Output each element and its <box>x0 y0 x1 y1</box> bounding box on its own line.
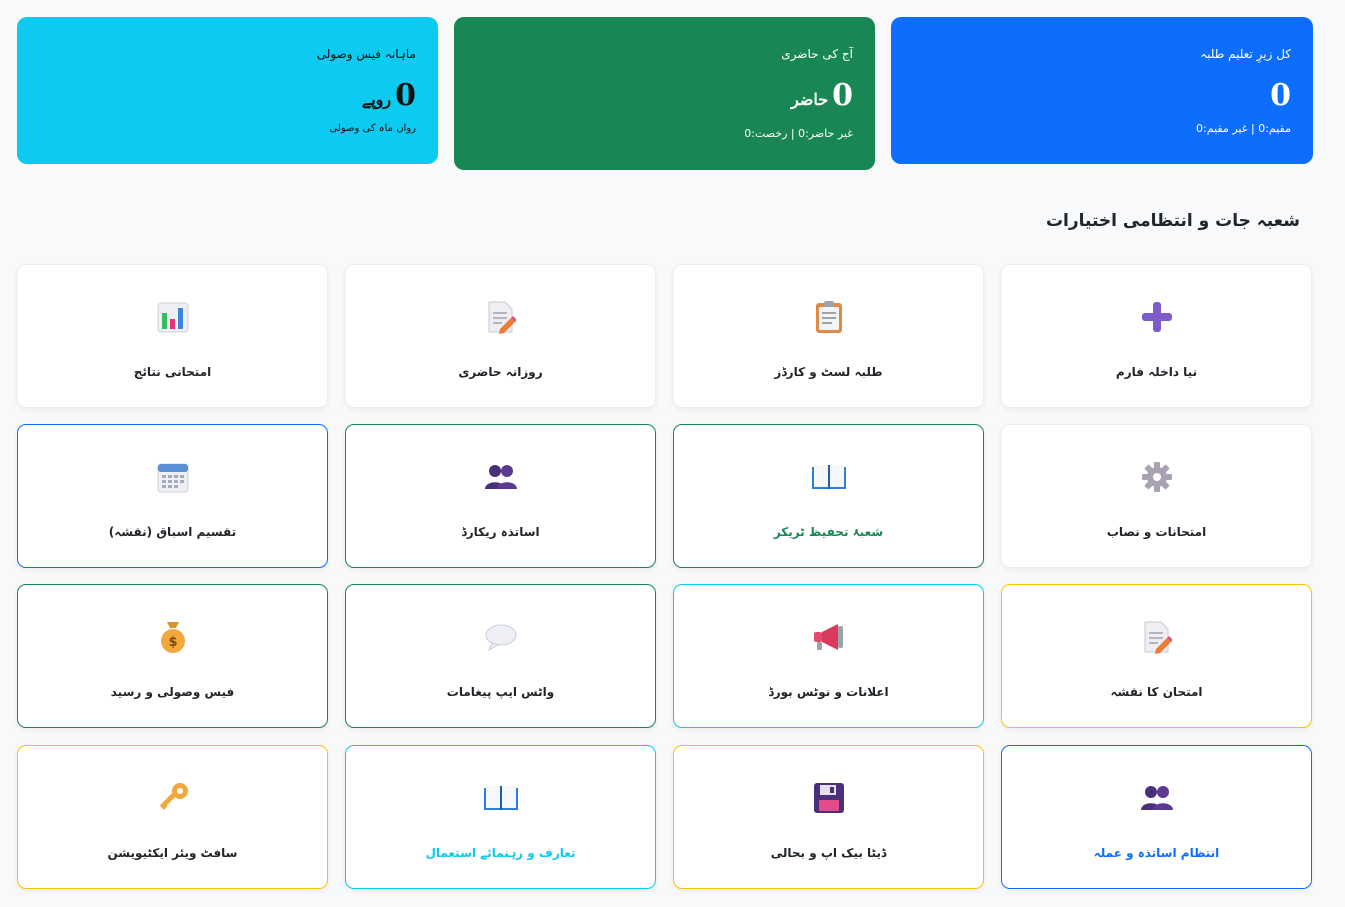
today-attendance-card: آج کی حاضری 0حاضر غیر حاضر:0 | رخصت:0 <box>454 17 875 170</box>
monthly-fees-sub: رواں ماہ کی وصولی <box>329 123 416 134</box>
total-students-breakdown: مقیم:0 | غیر مقیم:0 <box>1196 122 1291 135</box>
monthly-fees-unit: روپے <box>361 90 392 109</box>
tile-hifz-tracker[interactable]: شعبۂ تحفیظ ٹریکر <box>673 424 984 568</box>
key-icon <box>18 780 327 816</box>
tile-label: اساتذہ ریکارڈ <box>461 525 540 539</box>
tile-label: شعبۂ تحفیظ ٹریکر <box>773 525 884 539</box>
tile-software-activation[interactable]: سافٹ ویئر ایکٹیویشن <box>17 745 328 889</box>
speech-bubble-icon <box>346 619 655 655</box>
people-icon <box>1002 780 1311 816</box>
tile-notice-board[interactable]: اعلانات و نوٹس بورڈ <box>673 584 984 728</box>
tile-label: اعلانات و نوٹس بورڈ <box>768 685 889 699</box>
today-attendance-breakdown: غیر حاضر:0 | رخصت:0 <box>744 127 853 140</box>
tile-label: نیا داخلہ فارم <box>1115 365 1198 379</box>
tile-label: طلبہ لسٹ و کارڈز <box>774 365 883 379</box>
tile-student-list[interactable]: طلبہ لسٹ و کارڈز <box>673 264 984 408</box>
monthly-fees-card: ماہانہ فیس وصولی 0روپے رواں ماہ کی وصولی <box>17 17 438 164</box>
people-icon <box>346 459 655 495</box>
gear-icon <box>1002 459 1311 495</box>
tile-data-backup[interactable]: ڈیٹا بیک اپ و بحالی <box>673 745 984 889</box>
today-attendance-value: 0 <box>832 78 853 113</box>
tile-fee-collection[interactable]: $ فیس وصولی و رسید <box>17 584 328 728</box>
tile-whatsapp-messages[interactable]: واٹس ایپ پیغامات <box>345 584 656 728</box>
open-book-icon <box>674 459 983 495</box>
total-students-value: 0 <box>1270 78 1291 113</box>
tile-exam-schedule[interactable]: امتحان کا نقشہ <box>1001 584 1312 728</box>
tile-label: سافٹ ویئر ایکٹیویشن <box>107 846 238 860</box>
megaphone-icon <box>674 619 983 655</box>
floppy-disk-icon <box>674 780 983 816</box>
tile-label: امتحانی نتائج <box>133 365 212 379</box>
total-students-card: کل زیرِ تعلیم طلبہ 0 مقیم:0 | غیر مقیم:0 <box>891 17 1313 164</box>
open-book-icon <box>346 780 655 816</box>
monthly-fees-value-row: 0روپے <box>362 79 416 112</box>
total-students-title: کل زیرِ تعلیم طلبہ <box>1200 47 1291 61</box>
tile-label: امتحانات و نصاب <box>1106 525 1207 539</box>
tile-label: تعارف و رہنمائے استعمال <box>425 846 576 860</box>
tile-daily-attendance[interactable]: روزانہ حاضری <box>345 264 656 408</box>
tile-label: واٹس ایپ پیغامات <box>446 685 555 699</box>
clipboard-icon <box>674 299 983 335</box>
tile-label: ڈیٹا بیک اپ و بحالی <box>770 846 887 860</box>
calendar-icon <box>18 459 327 495</box>
memo-icon <box>346 299 655 335</box>
today-attendance-title: آج کی حاضری <box>781 47 853 61</box>
tile-teachers-record[interactable]: اساتذہ ریکارڈ <box>345 424 656 568</box>
tile-label: امتحان کا نقشہ <box>1110 685 1203 699</box>
tile-introduction-guide[interactable]: تعارف و رہنمائے استعمال <box>345 745 656 889</box>
tile-label: تقسیم اسباق (نقشہ) <box>108 525 237 539</box>
plus-icon <box>1002 299 1311 335</box>
tile-label: روزانہ حاضری <box>458 365 543 379</box>
section-title: شعبہ جات و انتظامی اختیارات <box>1045 211 1300 231</box>
tile-new-admission[interactable]: نیا داخلہ فارم <box>1001 264 1312 408</box>
tile-staff-management[interactable]: انتظام اساتذہ و عملہ <box>1001 745 1312 889</box>
monthly-fees-value: 0 <box>395 78 416 113</box>
tile-exams-curriculum[interactable]: امتحانات و نصاب <box>1001 424 1312 568</box>
tile-label: انتظام اساتذہ و عملہ <box>1093 846 1220 860</box>
money-bag-icon: $ <box>18 619 327 655</box>
svg-text:$: $ <box>168 635 177 650</box>
tile-exam-results[interactable]: امتحانی نتائج <box>17 264 328 408</box>
tile-lesson-schedule[interactable]: تقسیم اسباق (نقشہ) <box>17 424 328 568</box>
memo-icon <box>1002 619 1311 655</box>
bar-chart-icon <box>18 299 327 335</box>
today-attendance-value-row: 0حاضر <box>791 79 853 112</box>
monthly-fees-title: ماہانہ فیس وصولی <box>316 47 416 61</box>
today-attendance-unit: حاضر <box>790 90 829 109</box>
tile-label: فیس وصولی و رسید <box>110 685 235 699</box>
